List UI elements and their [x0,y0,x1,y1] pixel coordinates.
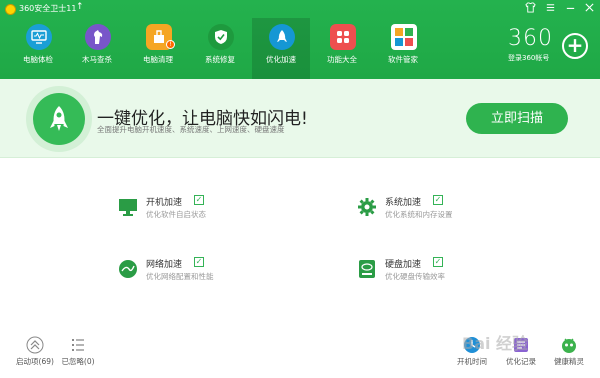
option-checkbox[interactable]: ✓ [433,257,443,267]
nav-item-trojan-scan[interactable]: 木马查杀 [68,18,126,79]
nav-item-system-repair[interactable]: 系统修复 [191,18,249,79]
option-checkbox[interactable]: ✓ [433,195,443,205]
option-boot-speedup[interactable]: 开机加速 ✓ 优化软件自启状态 [118,195,288,225]
nav-item-pc-cleanup[interactable]: ! 电脑清理 [129,18,187,79]
brand-360-logo: 360 [508,26,553,51]
horse-icon [85,24,111,50]
alert-badge-icon: ! [166,40,175,49]
title-bar: 360安全卫士11 ↑ [0,0,600,18]
option-name: 硬盘加速 [385,260,422,270]
option-desc: 优化网络配置和性能 [146,272,214,281]
minimize-icon[interactable] [563,2,577,16]
software-icon [391,24,417,50]
app-title: 360安全卫士11 [19,4,77,13]
list-icon [69,336,87,354]
nav-label: 系统修复 [205,55,235,64]
option-system-speedup[interactable]: 系统加速 ✓ 优化系统和内存设置 [357,195,527,225]
top-header: 360安全卫士11 ↑ 电脑体检 木马查杀 ! 电脑清理 系统修复 优化加速 功… [0,0,600,79]
option-checkbox[interactable]: ✓ [194,257,204,267]
nav-label: 电脑体检 [23,55,53,64]
rocket-icon [33,93,85,145]
startup-items-button[interactable]: 启动项(69) [14,336,56,367]
option-network-speedup[interactable]: 网络加速 ✓ 优化网络配置和性能 [118,257,288,287]
option-name: 系统加速 [385,198,422,208]
rocket-icon [269,24,295,50]
watermark: Bai 经验 [462,334,529,353]
shirt-icon[interactable] [523,2,537,16]
disk-icon [357,259,377,279]
option-desc: 优化硬盘传输效率 [385,272,445,281]
health-sprite-label: 健康精灵 [554,357,584,366]
option-name: 网络加速 [146,260,183,270]
optimize-record-label: 优化记录 [506,357,536,366]
grid-icon [330,24,356,50]
ignored-items-label: 已忽略(0) [61,357,95,366]
banner-subtitle: 全面提升电脑开机速度、系统速度、上网速度、硬盘速度 [97,125,285,134]
option-checkbox[interactable]: ✓ [194,195,204,205]
nav-label: 优化加速 [266,55,296,64]
nav-item-all-features[interactable]: 功能大全 [313,18,371,79]
nav-label: 木马查杀 [82,55,112,64]
option-name: 开机加速 [146,198,183,208]
monitor-icon [26,24,52,50]
option-disk-speedup[interactable]: 硬盘加速 ✓ 优化硬盘传输效率 [357,257,527,287]
nav-label: 电脑清理 [143,55,173,64]
nav-item-optimize[interactable]: 优化加速 [252,18,310,79]
globe-icon [118,259,138,279]
gear-icon [357,197,377,217]
option-desc: 优化系统和内存设置 [385,210,453,219]
nav-label: 功能大全 [327,55,357,64]
arrow-up-icon[interactable]: ↑ [76,2,84,12]
menu-icon[interactable] [543,2,557,16]
sprite-icon [560,336,578,354]
shield-icon [208,24,234,50]
screen-icon [118,197,138,217]
nav-item-software-manager[interactable]: 软件管家 [374,18,432,79]
startup-items-label: 启动项(69) [16,357,54,366]
login-link[interactable]: 登录360帐号 [508,53,549,63]
optimize-banner: 一键优化，让电脑快如闪电! 全面提升电脑开机速度、系统速度、上网速度、硬盘速度 … [0,79,600,158]
nav-item-pc-checkup[interactable]: 电脑体检 [9,18,67,79]
option-desc: 优化软件自启状态 [146,210,206,219]
app-logo-icon [5,4,16,15]
add-plus-button[interactable]: + [562,33,588,59]
ignored-items-button[interactable]: 已忽略(0) [58,336,98,367]
scan-now-button[interactable]: 立即扫描 [466,103,568,134]
nav-label: 软件管家 [388,55,418,64]
chevron-up-double-icon [26,336,44,354]
close-icon[interactable] [582,2,596,16]
boot-time-label: 开机时间 [457,357,487,366]
health-sprite-button[interactable]: 健康精灵 [550,336,588,367]
